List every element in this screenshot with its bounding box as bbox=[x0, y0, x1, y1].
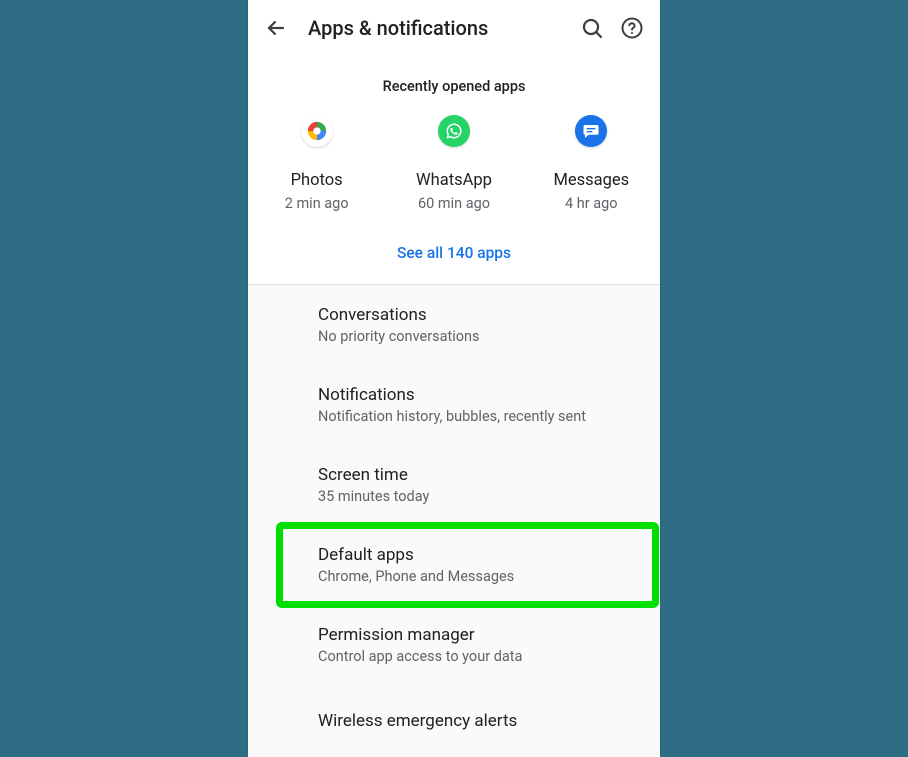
item-title: Wireless emergency alerts bbox=[318, 703, 644, 739]
item-sub: Chrome, Phone and Messages bbox=[318, 567, 644, 587]
app-name: WhatsApp bbox=[416, 171, 492, 191]
search-button[interactable] bbox=[572, 8, 612, 48]
app-name: Messages bbox=[553, 171, 629, 191]
appbar: Apps & notifications bbox=[248, 0, 660, 56]
item-notifications[interactable]: Notifications Notification history, bubb… bbox=[248, 365, 660, 445]
item-title: Screen time bbox=[318, 463, 644, 487]
recent-app-whatsapp[interactable]: WhatsApp 60 min ago bbox=[394, 115, 514, 212]
item-default-apps[interactable]: Default apps Chrome, Phone and Messages bbox=[248, 525, 660, 605]
whatsapp-icon bbox=[438, 115, 470, 147]
app-name: Photos bbox=[291, 171, 343, 191]
item-screen-time[interactable]: Screen time 35 minutes today bbox=[248, 445, 660, 525]
item-sub: Notification history, bubbles, recently … bbox=[318, 407, 644, 427]
settings-list: Conversations No priority conversations … bbox=[248, 285, 660, 757]
help-icon bbox=[620, 16, 644, 40]
app-time: 4 hr ago bbox=[565, 195, 618, 212]
see-all-apps-link[interactable]: See all 140 apps bbox=[248, 220, 660, 284]
recent-app-photos[interactable]: Photos 2 min ago bbox=[257, 115, 377, 212]
help-button[interactable] bbox=[612, 8, 652, 48]
item-sub: 35 minutes today bbox=[318, 487, 644, 507]
recent-app-messages[interactable]: Messages 4 hr ago bbox=[531, 115, 651, 212]
arrow-back-icon bbox=[264, 16, 288, 40]
recent-apps-heading: Recently opened apps bbox=[248, 56, 660, 109]
item-title: Default apps bbox=[318, 543, 644, 567]
settings-screen: Apps & notifications Recently opened app… bbox=[248, 0, 660, 757]
item-title: Notifications bbox=[318, 383, 644, 407]
search-icon bbox=[580, 16, 604, 40]
item-wireless-emergency-alerts[interactable]: Wireless emergency alerts bbox=[248, 685, 660, 757]
item-sub: No priority conversations bbox=[318, 327, 644, 347]
page-title: Apps & notifications bbox=[296, 16, 572, 40]
item-conversations[interactable]: Conversations No priority conversations bbox=[248, 285, 660, 365]
app-time: 2 min ago bbox=[285, 195, 349, 212]
app-time: 60 min ago bbox=[418, 195, 490, 212]
item-title: Conversations bbox=[318, 303, 644, 327]
messages-icon bbox=[575, 115, 607, 147]
recent-apps-section: Recently opened apps Photos 2 min ago bbox=[248, 56, 660, 284]
item-title: Permission manager bbox=[318, 623, 644, 647]
item-sub: Control app access to your data bbox=[318, 647, 644, 667]
back-button[interactable] bbox=[256, 8, 296, 48]
item-permission-manager[interactable]: Permission manager Control app access to… bbox=[248, 605, 660, 685]
photos-icon bbox=[301, 115, 333, 147]
recent-apps-row: Photos 2 min ago WhatsApp 60 min ago bbox=[248, 109, 660, 220]
